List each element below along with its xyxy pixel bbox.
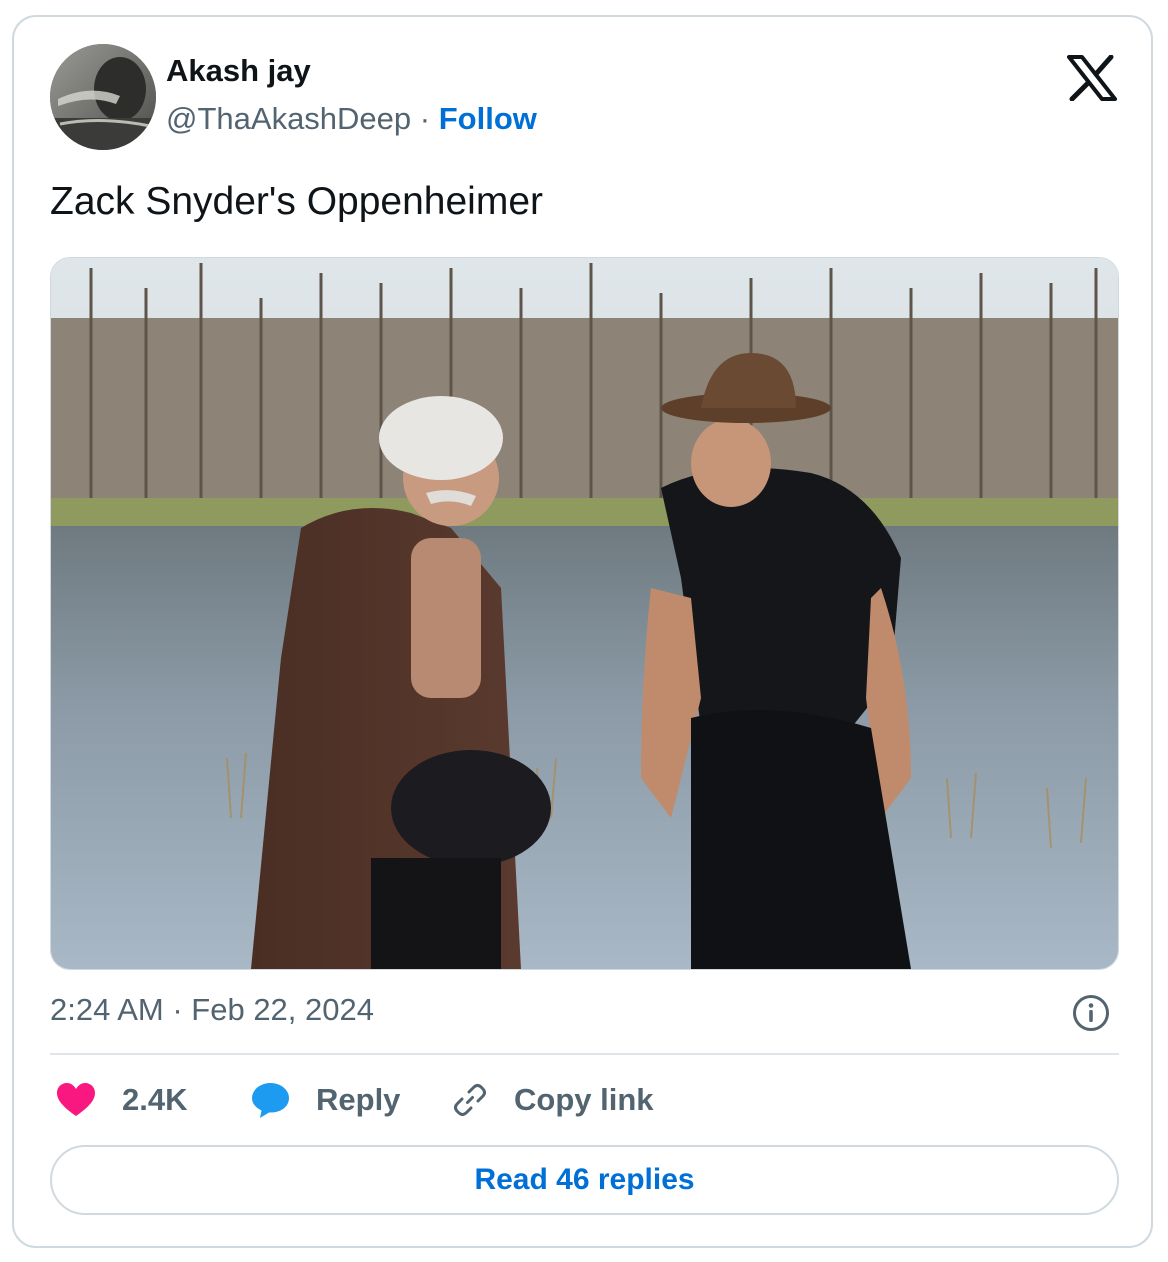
tweet-media[interactable] [50,257,1119,970]
reply-button[interactable]: Reply [250,1079,400,1121]
heart-icon [57,1083,95,1116]
copy-link-button[interactable]: Copy link [452,1079,654,1121]
tweet-photo [51,258,1118,969]
read-replies-button[interactable]: Read 46 replies [50,1145,1119,1215]
like-button[interactable]: 2.4K [56,1079,187,1121]
tweet-timestamp[interactable]: 2:24 AM · Feb 22, 2024 [50,992,374,1028]
avatar[interactable] [50,44,156,150]
tweet-text: Zack Snyder's Oppenheimer [50,180,544,223]
x-logo-icon[interactable] [1067,55,1117,101]
info-icon[interactable] [1072,994,1110,1032]
divider [50,1053,1119,1055]
speech-bubble-icon [252,1083,289,1118]
handle[interactable]: @ThaAkashDeep [166,101,411,136]
link-icon [454,1084,486,1116]
like-count: 2.4K [122,1082,188,1117]
follow-button[interactable]: Follow [439,101,537,136]
reply-label: Reply [316,1082,401,1117]
display-name[interactable]: Akash jay [166,53,311,89]
handle-separator: · [419,101,431,136]
copy-link-label: Copy link [514,1082,654,1117]
tweet-card: Akash jay @ThaAkashDeep · Follow Zack Sn… [12,15,1153,1248]
handle-row: @ThaAkashDeep · Follow [166,101,537,137]
avatar-image [50,44,156,150]
